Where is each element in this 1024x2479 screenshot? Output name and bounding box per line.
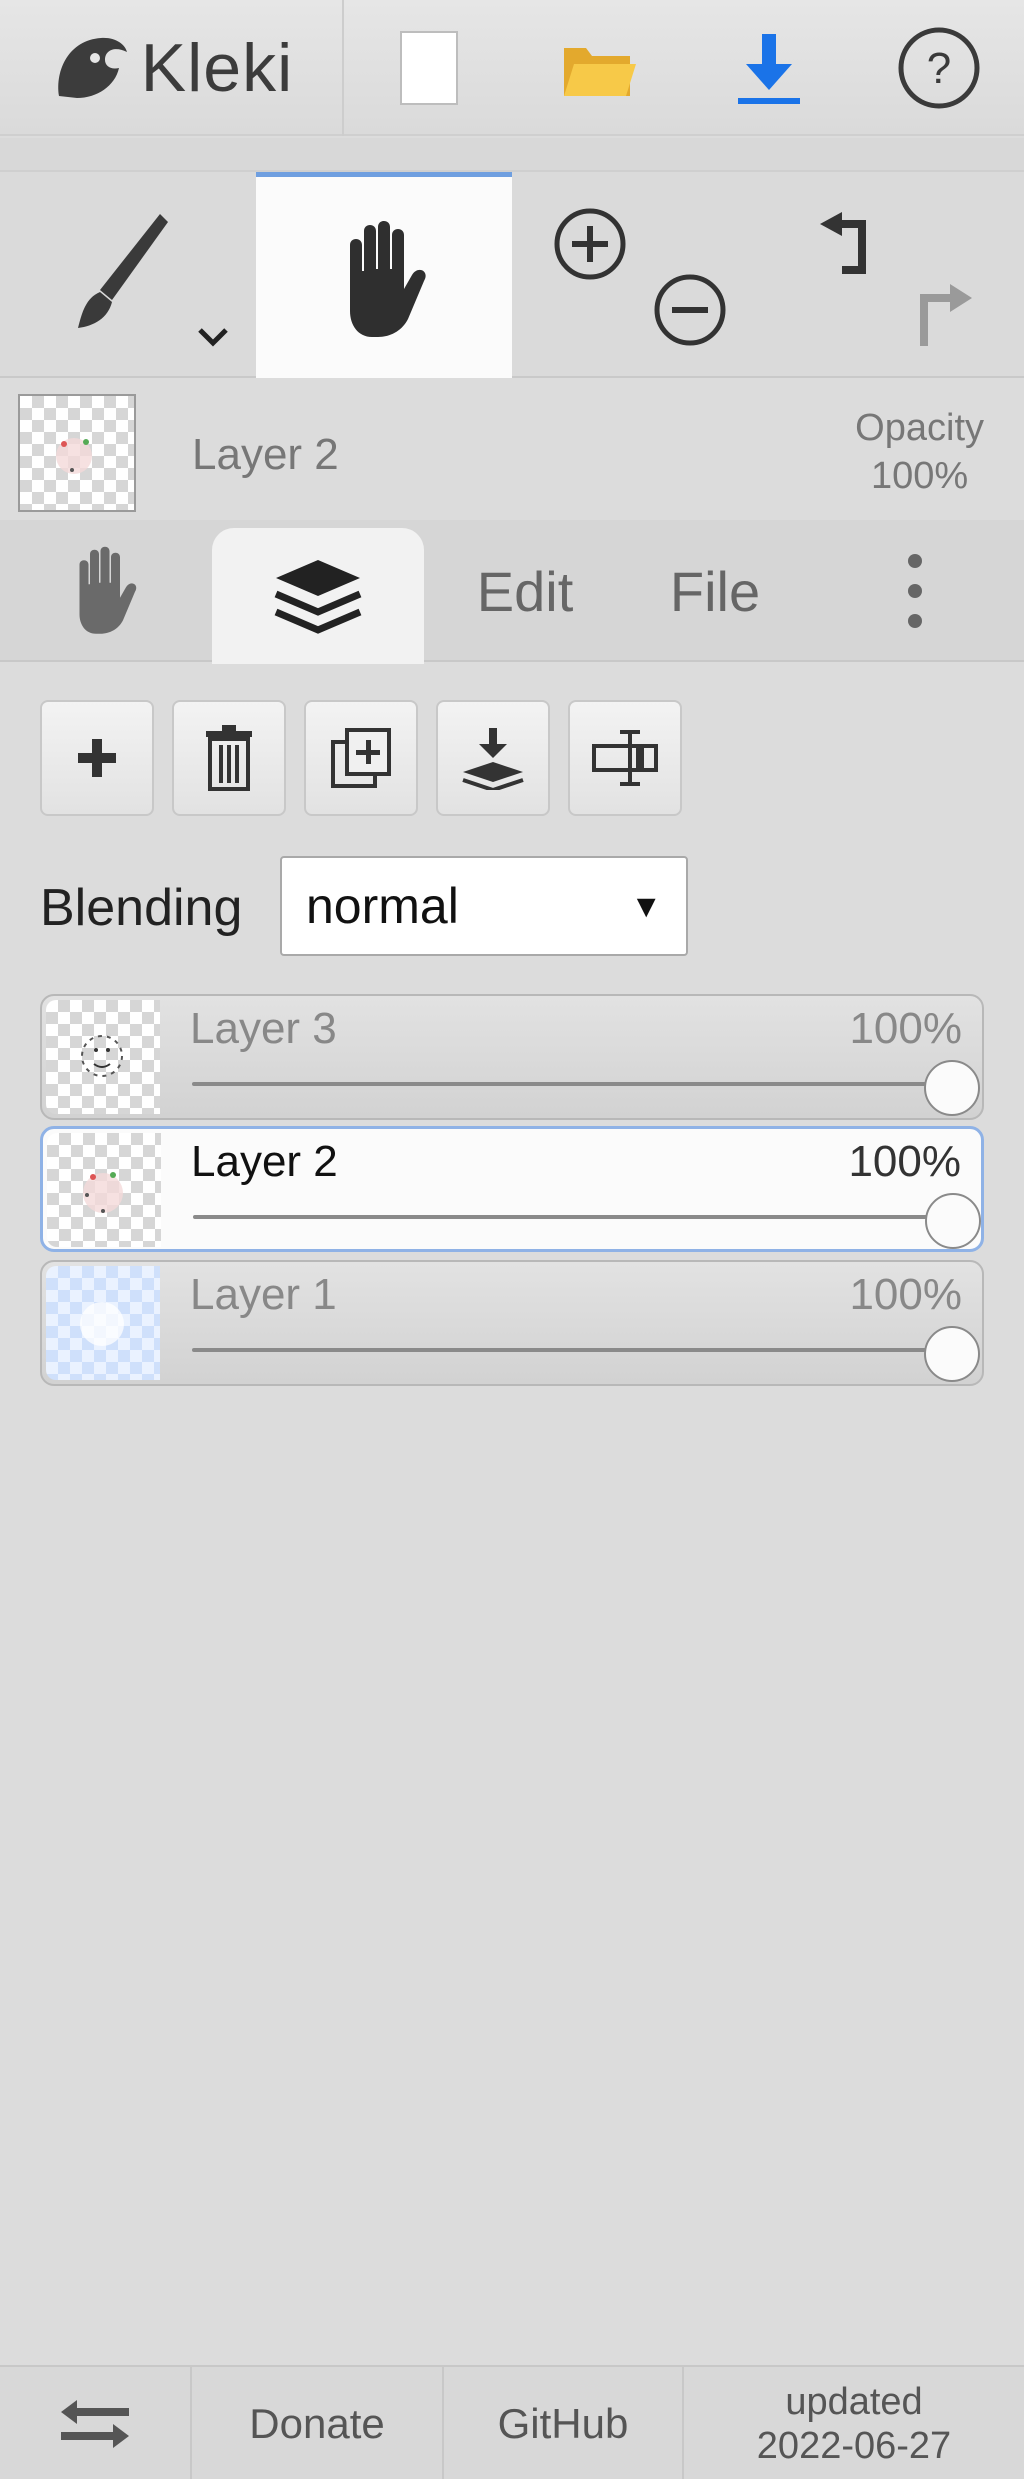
donate-link[interactable]: Donate bbox=[192, 2367, 444, 2479]
duplicate-icon bbox=[331, 728, 391, 788]
download-icon bbox=[738, 34, 800, 104]
new-image-icon bbox=[400, 31, 458, 105]
more-options-button[interactable] bbox=[870, 520, 960, 662]
save-image-button[interactable] bbox=[684, 0, 854, 136]
app-name: Kleki bbox=[140, 30, 294, 106]
redo-icon[interactable] bbox=[906, 276, 980, 352]
duplicate-layer-button[interactable] bbox=[304, 700, 418, 816]
current-layer-thumbnail bbox=[18, 394, 136, 512]
delete-layer-button[interactable] bbox=[172, 700, 286, 816]
opacity-label: Opacity bbox=[855, 407, 984, 449]
layer-art-icon bbox=[80, 1302, 124, 1346]
slider-handle[interactable] bbox=[924, 1326, 980, 1382]
updated-label: updated bbox=[785, 2381, 923, 2423]
footer: Donate GitHub updated 2022-06-27 bbox=[0, 2365, 1024, 2479]
add-layer-button[interactable] bbox=[40, 700, 154, 816]
zoom-in-icon[interactable] bbox=[552, 206, 628, 282]
layer-art-icon bbox=[56, 438, 92, 474]
layer-opacity-slider[interactable] bbox=[192, 1348, 952, 1352]
tab-hand[interactable] bbox=[20, 520, 190, 662]
layer-row[interactable]: Layer 3 100% bbox=[40, 994, 984, 1120]
tool-row bbox=[0, 172, 1024, 378]
layer-thumbnail bbox=[46, 1266, 160, 1380]
current-layer-name: Layer 2 bbox=[192, 430, 339, 479]
layer-name: Layer 2 bbox=[191, 1137, 338, 1186]
rename-icon bbox=[592, 730, 658, 786]
open-folder-icon bbox=[564, 48, 636, 96]
blending-select[interactable]: normal ▼ bbox=[280, 856, 688, 956]
layer-row[interactable]: Layer 1 100% bbox=[40, 1260, 984, 1386]
dropdown-arrow-icon: ▼ bbox=[630, 887, 662, 924]
layer-row-selected[interactable]: Layer 2 100% bbox=[40, 1126, 984, 1252]
merge-down-icon bbox=[462, 728, 524, 790]
layer-opacity: 100% bbox=[849, 1004, 962, 1053]
tab-layers[interactable] bbox=[212, 528, 424, 664]
app-logo[interactable]: Kleki bbox=[0, 0, 344, 136]
toolbar-spacer bbox=[0, 138, 1024, 172]
brush-tool-button[interactable] bbox=[0, 172, 256, 378]
layer-name: Layer 3 bbox=[190, 1004, 337, 1053]
svg-text:?: ? bbox=[927, 44, 951, 93]
help-button[interactable]: ? bbox=[854, 0, 1024, 136]
current-layer-opacity: Opacity 100% bbox=[855, 404, 984, 500]
swap-side-button[interactable] bbox=[0, 2367, 192, 2479]
trash-icon bbox=[206, 725, 252, 791]
merge-layer-down-button[interactable] bbox=[436, 700, 550, 816]
top-bar: Kleki ? bbox=[0, 0, 1024, 136]
blending-label: Blending bbox=[40, 879, 243, 937]
updated-date: 2022-06-27 bbox=[756, 2425, 952, 2467]
hand-icon bbox=[79, 546, 137, 634]
layer-thumbnail bbox=[47, 1133, 161, 1247]
blending-value: normal bbox=[306, 878, 459, 934]
more-vertical-icon bbox=[908, 554, 922, 628]
zoom-out-icon[interactable] bbox=[652, 272, 728, 348]
layer-opacity: 100% bbox=[848, 1137, 961, 1186]
hand-tool-button[interactable] bbox=[256, 172, 512, 378]
hand-icon bbox=[350, 221, 426, 337]
layers-icon bbox=[274, 560, 362, 634]
layer-thumbnail bbox=[46, 1000, 160, 1114]
layer-name: Layer 1 bbox=[190, 1270, 337, 1319]
help-icon: ? bbox=[898, 27, 980, 109]
github-link[interactable]: GitHub bbox=[444, 2367, 684, 2479]
history-controls bbox=[768, 172, 1024, 378]
kleki-logo-icon bbox=[58, 37, 127, 98]
new-image-button[interactable] bbox=[344, 0, 514, 136]
zoom-controls bbox=[512, 172, 768, 378]
layer-opacity-slider[interactable] bbox=[192, 1082, 952, 1086]
undo-icon[interactable] bbox=[812, 208, 882, 278]
layer-art-icon bbox=[81, 1035, 123, 1077]
tab-edit[interactable]: Edit bbox=[450, 520, 600, 662]
brush-icon bbox=[78, 214, 168, 328]
panel-tabs: Edit File bbox=[0, 520, 1024, 664]
slider-handle[interactable] bbox=[924, 1060, 980, 1116]
layer-opacity-slider[interactable] bbox=[193, 1215, 953, 1219]
layer-art-icon bbox=[83, 1172, 123, 1213]
chevron-down-icon[interactable] bbox=[196, 326, 230, 348]
tab-file[interactable]: File bbox=[640, 520, 790, 662]
changelog-link[interactable]: updated 2022-06-27 bbox=[684, 2367, 1024, 2479]
plus-icon bbox=[78, 739, 116, 777]
swap-arrows-icon bbox=[61, 2400, 129, 2448]
opacity-value: 100% bbox=[870, 455, 969, 497]
layer-opacity: 100% bbox=[849, 1270, 962, 1319]
slider-handle[interactable] bbox=[925, 1193, 981, 1249]
rename-layer-button[interactable] bbox=[568, 700, 682, 816]
open-image-button[interactable] bbox=[514, 0, 684, 136]
